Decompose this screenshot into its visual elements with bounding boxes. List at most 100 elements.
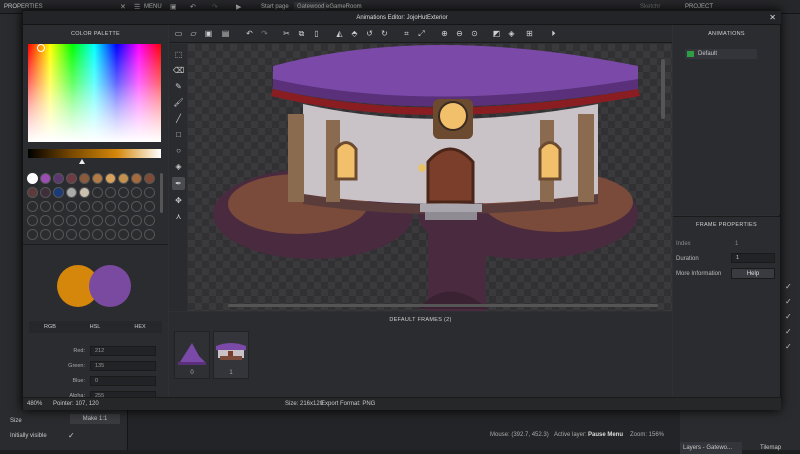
crop-icon[interactable]: ⌗: [401, 28, 412, 39]
color-swatch[interactable]: [92, 201, 103, 212]
make-one-to-one-button[interactable]: Make 1:1: [70, 414, 120, 424]
play-icon[interactable]: ⏵: [548, 28, 559, 39]
color-swatch[interactable]: [105, 215, 116, 226]
color-swatch[interactable]: [131, 187, 142, 198]
animation-item-default[interactable]: Default: [685, 49, 757, 59]
slider-handle[interactable]: [79, 159, 85, 164]
grid-icon[interactable]: ⊞: [524, 28, 535, 39]
color-swatch[interactable]: [79, 229, 90, 240]
color-swatch[interactable]: [27, 229, 38, 240]
color-swatch[interactable]: [105, 173, 116, 184]
save-icon[interactable]: ▣: [203, 28, 214, 39]
color-swatch[interactable]: [53, 187, 64, 198]
frame-thumbnail[interactable]: 0: [174, 331, 210, 379]
color-swatch[interactable]: [53, 173, 64, 184]
blue-field[interactable]: 0: [90, 376, 156, 386]
checkmark-icon[interactable]: ✓: [68, 431, 75, 440]
color-swatch[interactable]: [66, 215, 77, 226]
line-icon[interactable]: ╱: [172, 112, 185, 125]
color-swatch[interactable]: [79, 173, 90, 184]
color-swatch[interactable]: [105, 229, 116, 240]
color-swatch[interactable]: [118, 229, 129, 240]
color-swatch[interactable]: [66, 187, 77, 198]
move-icon[interactable]: ✥: [172, 194, 185, 207]
tab-hex[interactable]: HEX: [119, 321, 161, 333]
image-icon[interactable]: ▤: [220, 28, 231, 39]
color-swatch[interactable]: [40, 229, 51, 240]
color-spectrum-picker[interactable]: [28, 44, 161, 142]
color-swatch[interactable]: [118, 201, 129, 212]
canvas-vertical-scrollbar[interactable]: [661, 59, 665, 119]
color-swatch[interactable]: [105, 187, 116, 198]
flip-horizontal-icon[interactable]: ◭: [334, 28, 345, 39]
zoom-out-icon[interactable]: ⊖: [454, 28, 465, 39]
color-swatch[interactable]: [27, 201, 38, 212]
pencil-icon[interactable]: ✎: [172, 80, 185, 93]
brightness-slider[interactable]: [28, 149, 161, 158]
tab-rgb[interactable]: RGB: [29, 321, 71, 333]
color-swatch[interactable]: [27, 173, 38, 184]
color-swatch[interactable]: [131, 229, 142, 240]
color-swatch[interactable]: [92, 187, 103, 198]
color-swatch[interactable]: [53, 229, 64, 240]
color-swatch[interactable]: [105, 201, 116, 212]
copy-icon[interactable]: ⧉: [296, 28, 307, 39]
checkmark-icon[interactable]: ✓: [785, 342, 792, 351]
tab-tilemap[interactable]: Tilemap: [760, 445, 781, 451]
resize-icon[interactable]: ⤢: [416, 28, 427, 39]
rotate-left-icon[interactable]: ↺: [364, 28, 375, 39]
color-swatch[interactable]: [92, 215, 103, 226]
checkmark-icon[interactable]: ✓: [785, 312, 792, 321]
color-swatch[interactable]: [79, 201, 90, 212]
color-swatch[interactable]: [144, 229, 155, 240]
node-tool-icon[interactable]: ⋏: [172, 210, 185, 223]
color-swatch[interactable]: [118, 187, 129, 198]
cut-icon[interactable]: ✂: [281, 28, 292, 39]
canvas-horizontal-scrollbar[interactable]: [228, 304, 658, 307]
undo-icon[interactable]: ↶: [244, 28, 255, 39]
zoom-in-icon[interactable]: ⊕: [439, 28, 450, 39]
paste-icon[interactable]: ▯: [311, 28, 322, 39]
color-swatch[interactable]: [92, 173, 103, 184]
circle-icon[interactable]: ○: [172, 144, 185, 157]
duration-field[interactable]: 1: [731, 253, 775, 263]
checkmark-icon[interactable]: ✓: [785, 297, 792, 306]
color-swatch[interactable]: [144, 187, 155, 198]
layers-icon[interactable]: ◈: [506, 28, 517, 39]
color-swatch[interactable]: [53, 201, 64, 212]
paint-bucket-icon[interactable]: ◈: [172, 160, 185, 173]
color-swatch[interactable]: [27, 187, 38, 198]
color-swatch[interactable]: [131, 173, 142, 184]
red-field[interactable]: 212: [90, 346, 156, 356]
help-button[interactable]: Help: [731, 268, 775, 279]
rotate-right-icon[interactable]: ↻: [379, 28, 390, 39]
color-swatch[interactable]: [53, 215, 64, 226]
green-field[interactable]: 135: [90, 361, 156, 371]
color-swatch[interactable]: [40, 187, 51, 198]
onion-skin-icon[interactable]: ◩: [491, 28, 502, 39]
frame-thumbnail[interactable]: 1: [213, 331, 249, 379]
color-swatch[interactable]: [66, 201, 77, 212]
color-swatch[interactable]: [92, 229, 103, 240]
eraser-icon[interactable]: ⌫: [172, 64, 185, 77]
color-swatch[interactable]: [27, 215, 38, 226]
tab-hsl[interactable]: HSL: [74, 321, 116, 333]
secondary-color-circle[interactable]: [89, 265, 131, 307]
sprite-canvas[interactable]: [188, 44, 672, 311]
color-swatch[interactable]: [79, 215, 90, 226]
color-swatch[interactable]: [144, 201, 155, 212]
color-swatch[interactable]: [40, 173, 51, 184]
spectrum-cursor[interactable]: [37, 44, 45, 52]
color-swatch[interactable]: [40, 201, 51, 212]
color-swatch[interactable]: [66, 173, 77, 184]
color-swatch[interactable]: [66, 229, 77, 240]
color-swatch[interactable]: [131, 215, 142, 226]
color-swatch[interactable]: [144, 173, 155, 184]
color-swatch[interactable]: [118, 215, 129, 226]
swatch-scrollbar[interactable]: [160, 173, 163, 213]
color-swatch[interactable]: [40, 215, 51, 226]
color-swatch[interactable]: [131, 201, 142, 212]
brush-icon[interactable]: 🖌: [172, 96, 185, 109]
redo-icon[interactable]: ↷: [259, 28, 270, 39]
rectangle-icon[interactable]: □: [172, 128, 185, 141]
